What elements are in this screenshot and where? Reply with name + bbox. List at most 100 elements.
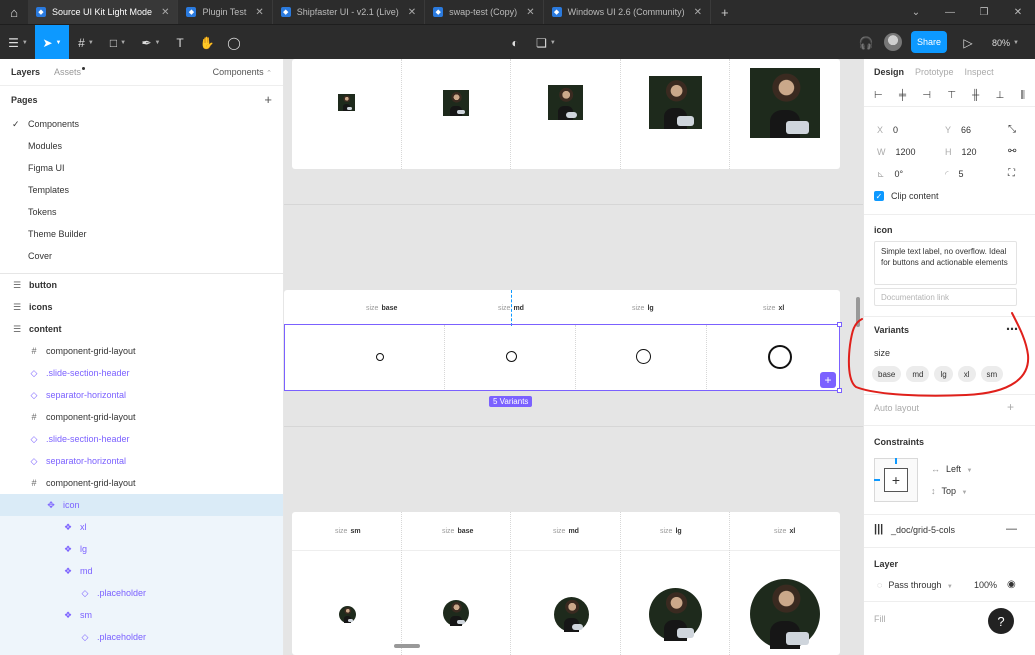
icon-placeholder-lg[interactable] bbox=[636, 349, 651, 364]
variant-pill[interactable]: xl bbox=[957, 366, 976, 382]
share-button[interactable]: Share bbox=[911, 31, 947, 53]
distribute-icon[interactable]: ⫼ bbox=[1020, 90, 1025, 101]
x-field[interactable]: X0 bbox=[877, 125, 898, 135]
tab-source-ui-kit[interactable]: ◆ Source UI Kit Light Mode ✕ bbox=[28, 0, 179, 24]
layer-row[interactable]: ◇ .placeholder bbox=[0, 626, 283, 648]
layer-row[interactable]: ❖ md bbox=[0, 560, 283, 582]
present-icon[interactable]: ▷ bbox=[958, 25, 978, 60]
vertical-scrollbar[interactable] bbox=[856, 297, 860, 327]
layer-row[interactable]: # component-grid-layout bbox=[0, 406, 283, 428]
layer-row[interactable]: ❖ xl bbox=[0, 516, 283, 538]
move-tool-icon[interactable]: ➤ ▼ bbox=[35, 25, 69, 60]
avatar-grid-frame[interactable]: size sm size base size md size lg size xl bbox=[292, 512, 840, 655]
constraint-widget[interactable]: + bbox=[874, 458, 918, 502]
constraint-top-marker[interactable] bbox=[895, 458, 897, 464]
page-item[interactable]: ✓ Components bbox=[0, 113, 283, 135]
new-tab-icon[interactable]: + bbox=[711, 5, 739, 20]
text-tool-icon[interactable]: T bbox=[170, 25, 190, 60]
layer-row[interactable]: ◇ separator-horizontal bbox=[0, 384, 283, 406]
align-bottom-icon[interactable]: ⊥ bbox=[995, 90, 1004, 101]
pen-tool-icon[interactable]: ✒ ▼ bbox=[137, 25, 165, 60]
layer-row[interactable]: ◇ .placeholder bbox=[0, 582, 283, 604]
tab-prototype[interactable]: Prototype bbox=[915, 67, 954, 77]
tab-plugin-test[interactable]: ◆ Plugin Test ✕ bbox=[178, 0, 273, 24]
variant-pill[interactable]: base bbox=[872, 366, 902, 382]
tab-layers[interactable]: Layers bbox=[11, 67, 40, 77]
frame-tool-icon[interactable]: # ▼ bbox=[72, 25, 100, 60]
page-item[interactable]: Modules bbox=[0, 135, 283, 157]
tab-assets[interactable]: Assets bbox=[54, 67, 86, 77]
components-dropdown[interactable]: Components ⌃ bbox=[213, 67, 272, 77]
close-icon[interactable]: ✕ bbox=[255, 7, 263, 18]
tab-inspect[interactable]: Inspect bbox=[965, 67, 994, 77]
theme-toggle-icon[interactable]: ◐ bbox=[505, 25, 525, 60]
close-icon[interactable]: ✕ bbox=[408, 7, 416, 18]
main-menu-icon[interactable]: ☰ ▼ bbox=[4, 25, 32, 60]
align-right-icon[interactable]: ⊣ bbox=[922, 90, 931, 101]
constraint-vertical-dropdown[interactable]: ↕ Top ▼ bbox=[931, 486, 967, 496]
avatar[interactable] bbox=[884, 33, 902, 51]
align-center-v-icon[interactable]: ╫ bbox=[972, 90, 979, 101]
selection-outline[interactable] bbox=[284, 322, 842, 393]
layer-row[interactable]: ✥ icon bbox=[0, 494, 283, 516]
layer-row[interactable]: ◇ separator-horizontal bbox=[0, 450, 283, 472]
h-field[interactable]: H 120 bbox=[945, 147, 977, 157]
restore-icon[interactable]: ❐ bbox=[967, 7, 1001, 18]
image-grid-frame[interactable] bbox=[292, 59, 840, 169]
layer-row[interactable]: ☰ icons bbox=[0, 296, 283, 318]
page-item[interactable]: Theme Builder bbox=[0, 223, 283, 245]
comment-tool-icon[interactable]: ◯ bbox=[224, 25, 244, 60]
page-item[interactable]: Figma UI bbox=[0, 157, 283, 179]
rotation-field[interactable]: ⊾ 0° bbox=[877, 169, 903, 180]
more-options-icon[interactable]: ⋯ bbox=[1006, 322, 1018, 336]
align-center-h-icon[interactable]: ╪ bbox=[899, 90, 906, 101]
tab-swap-test[interactable]: ◆ swap-test (Copy) ✕ bbox=[425, 0, 544, 24]
canvas[interactable]: size base size md size lg size xl + 5 Varian… bbox=[284, 59, 863, 655]
hand-tool-icon[interactable]: ✋ bbox=[197, 25, 217, 60]
layer-row[interactable]: ☰ button bbox=[0, 274, 283, 296]
add-variant-button[interactable]: + bbox=[820, 372, 836, 388]
horizontal-scrollbar[interactable] bbox=[394, 644, 420, 648]
resize-handle[interactable] bbox=[837, 322, 842, 327]
constraint-proportions-icon[interactable]: ⤡ bbox=[1008, 124, 1016, 135]
variant-pill[interactable]: md bbox=[906, 366, 930, 382]
home-icon[interactable]: ⌂ bbox=[0, 0, 28, 24]
remove-grid-icon[interactable]: — bbox=[1006, 523, 1017, 535]
close-icon[interactable]: ✕ bbox=[161, 7, 169, 18]
tab-windows-ui[interactable]: ◆ Windows UI 2.6 (Community) ✕ bbox=[544, 0, 711, 24]
page-item[interactable]: Templates bbox=[0, 179, 283, 201]
eye-icon[interactable]: ◉ bbox=[1007, 579, 1016, 590]
y-field[interactable]: Y 66 bbox=[945, 125, 971, 135]
align-left-icon[interactable]: ⊢ bbox=[874, 90, 883, 101]
layer-row[interactable]: ◇ .slide-section-header bbox=[0, 362, 283, 384]
close-icon[interactable]: ✕ bbox=[694, 7, 702, 18]
independent-corners-icon[interactable]: ⛶ bbox=[1008, 168, 1015, 179]
layer-row[interactable]: ❖base bbox=[0, 648, 283, 655]
description-field[interactable]: Simple text label, no overflow. Ideal fo… bbox=[874, 241, 1017, 285]
tab-shipfaster[interactable]: ◆ Shipfaster UI - v2.1 (Live) ✕ bbox=[273, 0, 426, 24]
layer-row[interactable]: # component-grid-layout bbox=[0, 472, 283, 494]
constraint-horizontal-dropdown[interactable]: ↔ Left ▼ bbox=[931, 464, 972, 474]
variant-pill[interactable]: lg bbox=[934, 366, 953, 382]
align-top-icon[interactable]: ⊤ bbox=[947, 90, 956, 101]
documentation-link-input[interactable]: Documentation link bbox=[874, 288, 1017, 306]
icon-placeholder-md[interactable] bbox=[506, 351, 517, 362]
page-item[interactable]: Tokens bbox=[0, 201, 283, 223]
chevron-down-icon[interactable]: ⌄ bbox=[899, 7, 933, 18]
close-window-icon[interactable]: ✕ bbox=[1001, 7, 1035, 18]
headphones-icon[interactable]: 🎧 bbox=[856, 25, 876, 60]
lock-ratio-icon[interactable]: ⚯ bbox=[1008, 146, 1016, 157]
radius-field[interactable]: ◜ 5 bbox=[945, 169, 964, 180]
layer-row[interactable]: ◇ .slide-section-header bbox=[0, 428, 283, 450]
page-item[interactable]: Cover bbox=[0, 245, 283, 267]
components-icon[interactable]: ❏ ▼ bbox=[533, 25, 559, 60]
minimize-icon[interactable]: — bbox=[933, 7, 967, 18]
add-auto-layout-icon[interactable]: + bbox=[1007, 400, 1014, 414]
tab-design[interactable]: Design bbox=[874, 67, 904, 77]
icon-placeholder-xl[interactable] bbox=[768, 345, 792, 369]
close-icon[interactable]: ✕ bbox=[526, 7, 534, 18]
layout-grid-label[interactable]: _doc/grid-5-cols bbox=[891, 525, 955, 535]
resize-handle[interactable] bbox=[837, 388, 842, 393]
variant-pill[interactable]: sm bbox=[980, 366, 1004, 382]
add-page-icon[interactable]: + bbox=[264, 92, 272, 107]
